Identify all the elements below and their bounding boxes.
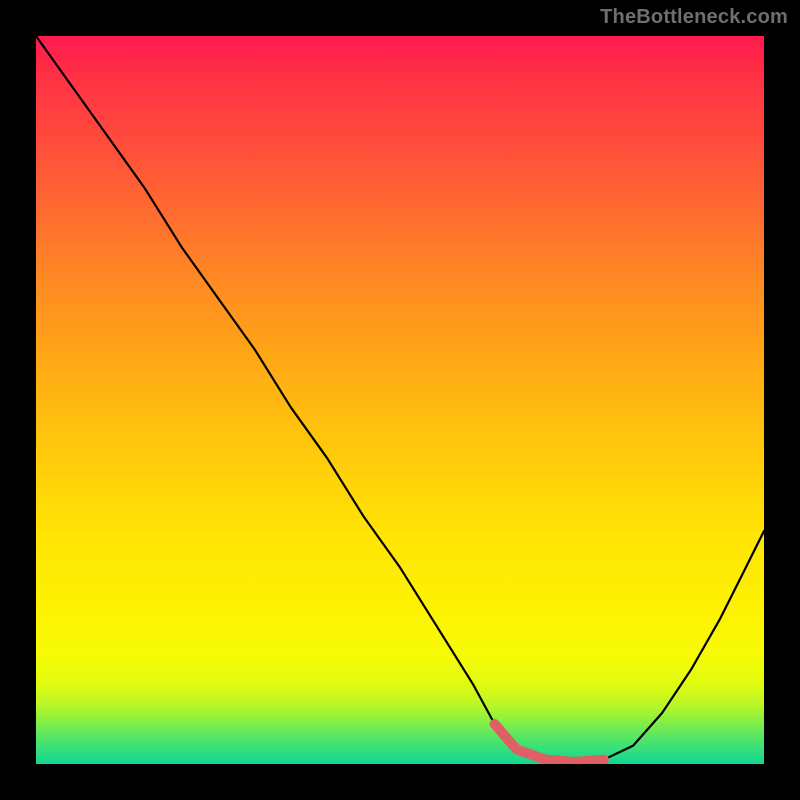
chart-frame: TheBottleneck.com	[0, 0, 800, 800]
optimal-range-highlight	[495, 724, 604, 762]
bottleneck-curve	[36, 36, 764, 762]
plot-area	[36, 36, 764, 764]
curve-layer	[36, 36, 764, 764]
attribution-text: TheBottleneck.com	[600, 6, 788, 29]
